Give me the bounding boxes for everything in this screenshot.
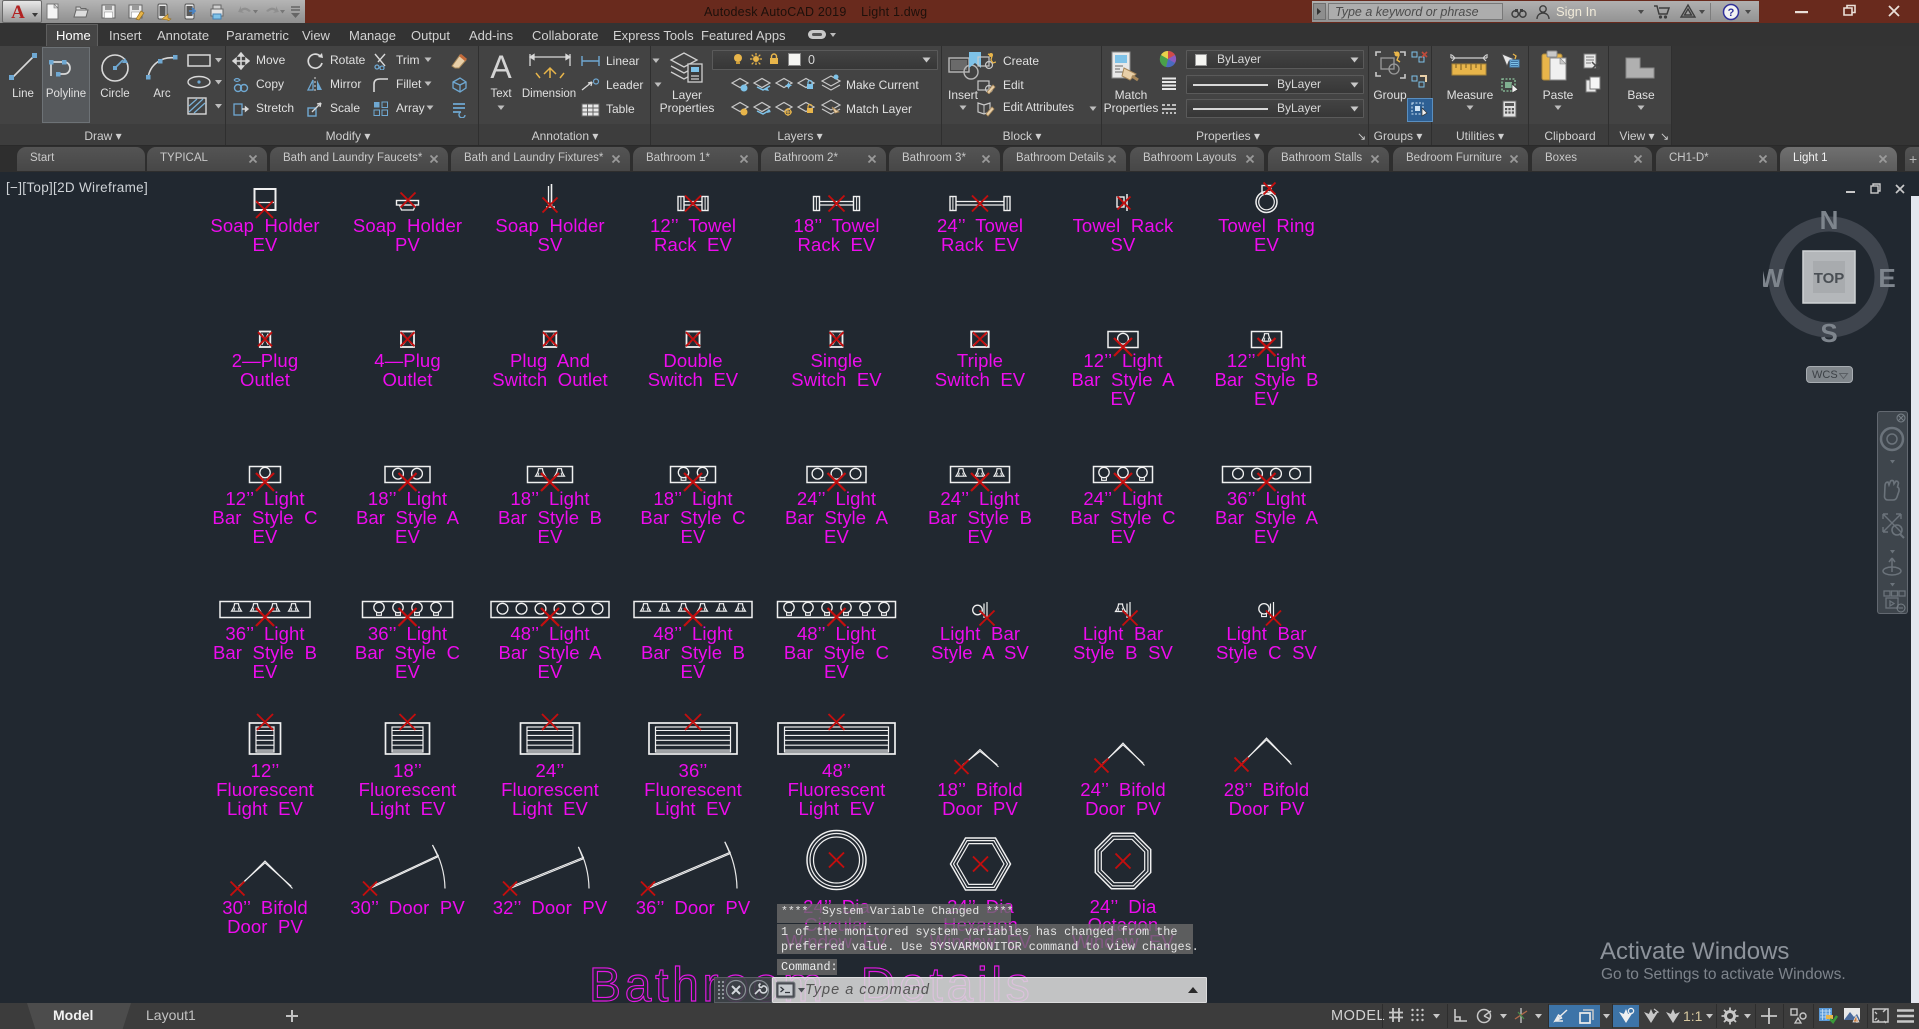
svg-text:W: W — [1763, 263, 1784, 293]
svg-text:!: ! — [1856, 1018, 1858, 1025]
svg-text:E: E — [1878, 263, 1895, 293]
svg-text:TOP: TOP — [1814, 270, 1845, 287]
svg-text:S: S — [1820, 318, 1837, 344]
svg-text:N: N — [1820, 211, 1839, 235]
